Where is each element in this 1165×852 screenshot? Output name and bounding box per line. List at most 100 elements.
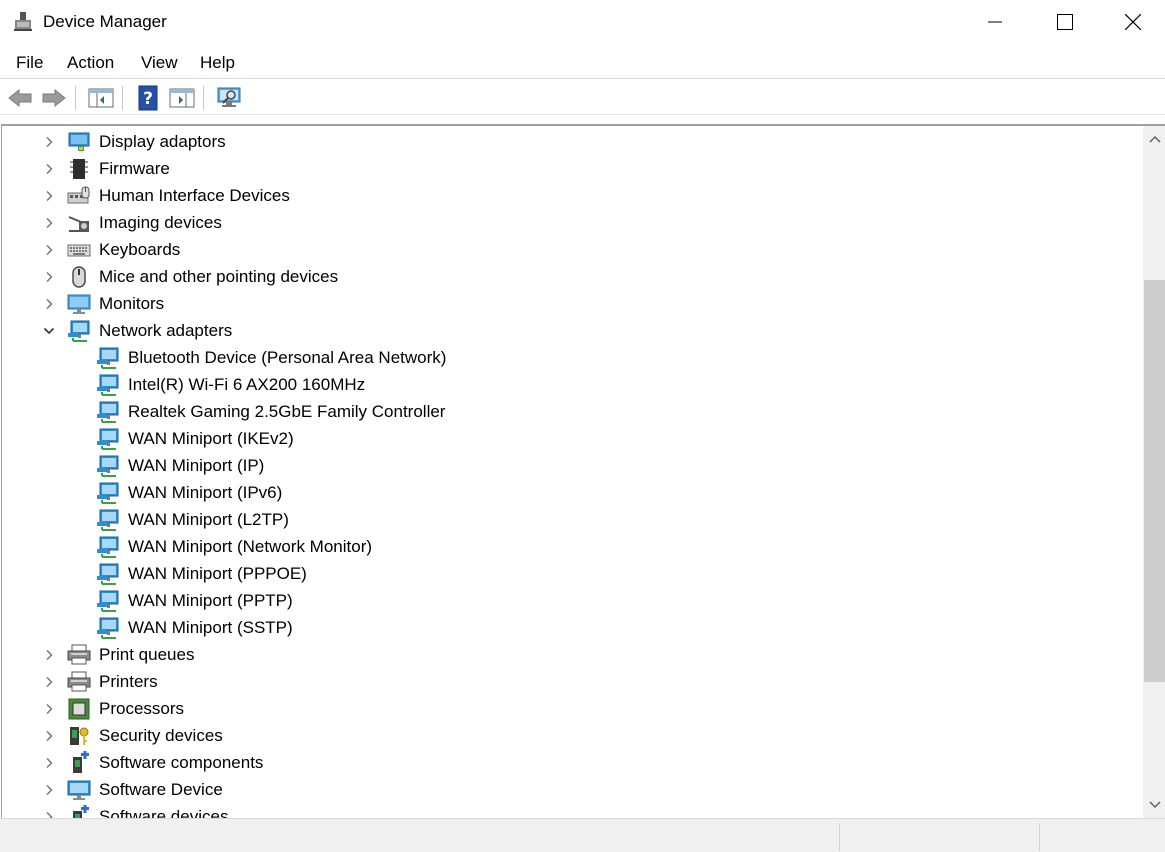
tree-item-label: Software components <box>99 753 264 772</box>
network-adapter-icon <box>97 617 119 639</box>
menu-help[interactable]: Help <box>200 53 235 73</box>
chevron-down-icon[interactable] <box>43 325 55 337</box>
tree-item-label: Realtek Gaming 2.5GbE Family Controller <box>128 402 446 421</box>
scan-hardware-button[interactable] <box>215 84 243 112</box>
network-adapter-icon <box>97 509 119 531</box>
status-pane-divider <box>1039 823 1040 851</box>
show-hide-action-pane-icon <box>169 88 195 108</box>
tree-category[interactable]: Printers <box>2 668 1142 695</box>
tree-category[interactable]: Imaging devices <box>2 209 1142 236</box>
device-tree: Display adaptors Firmware Human Interface … <box>2 126 1142 818</box>
tree-device[interactable]: WAN Miniport (IP) <box>2 452 1142 479</box>
tree-device[interactable]: WAN Miniport (PPPOE) <box>2 560 1142 587</box>
tree-item-label: Printers <box>99 672 158 691</box>
scroll-up-button[interactable] <box>1143 128 1165 150</box>
status-bar <box>0 818 1165 852</box>
help-icon: ? <box>138 85 158 111</box>
minimize-button[interactable] <box>960 0 1030 44</box>
chevron-right-icon[interactable] <box>43 811 55 818</box>
tree-category[interactable]: Firmware <box>2 155 1142 182</box>
chevron-right-icon[interactable] <box>43 163 55 175</box>
close-button[interactable] <box>1100 0 1165 44</box>
tree-device[interactable]: Realtek Gaming 2.5GbE Family Controller <box>2 398 1142 425</box>
tree-category[interactable]: Software devices <box>2 803 1142 818</box>
tree-item-label: Intel(R) Wi-Fi 6 AX200 160MHz <box>128 375 366 394</box>
chevron-right-icon[interactable] <box>43 190 55 202</box>
tree-category[interactable]: Software Device <box>2 776 1142 803</box>
back-button[interactable] <box>6 84 34 112</box>
tree-item-label: Processors <box>99 699 185 718</box>
toolbar-separator <box>75 86 76 110</box>
tree-item-label: Software Device <box>99 780 223 799</box>
toolbar: ? <box>0 80 1165 115</box>
menu-action[interactable]: Action <box>67 53 114 73</box>
device-manager-icon <box>14 12 32 31</box>
chevron-right-icon[interactable] <box>43 217 55 229</box>
tree-category[interactable]: Processors <box>2 695 1142 722</box>
tree-item-label: Mice and other pointing devices <box>99 267 339 286</box>
tree-device[interactable]: WAN Miniport (IPv6) <box>2 479 1142 506</box>
keyboard-icon <box>67 244 91 257</box>
tree-item-label: WAN Miniport (PPPOE) <box>128 564 307 583</box>
svg-text:?: ? <box>143 89 153 109</box>
chevron-right-icon[interactable] <box>43 703 55 715</box>
tree-category[interactable]: Keyboards <box>2 236 1142 263</box>
tree-category[interactable]: Security devices <box>2 722 1142 749</box>
tree-device[interactable]: Intel(R) Wi-Fi 6 AX200 160MHz <box>2 371 1142 398</box>
tree-device[interactable]: WAN Miniport (L2TP) <box>2 506 1142 533</box>
chevron-right-icon[interactable] <box>43 298 55 310</box>
scroll-down-button[interactable] <box>1143 794 1165 816</box>
tree-device[interactable]: Bluetooth Device (Personal Area Network) <box>2 344 1142 371</box>
chevron-right-icon[interactable] <box>43 676 55 688</box>
chevron-right-icon[interactable] <box>43 136 55 148</box>
tree-category[interactable]: Mice and other pointing devices <box>2 263 1142 290</box>
tree-item-label: Network adapters <box>99 321 233 340</box>
show-hide-action-pane-button[interactable] <box>168 84 196 112</box>
tree-category[interactable]: Monitors <box>2 290 1142 317</box>
tree-device[interactable]: WAN Miniport (SSTP) <box>2 614 1142 641</box>
tree-item-label: Monitors <box>99 294 165 313</box>
show-hide-console-tree-button[interactable] <box>87 84 115 112</box>
tree-item-label: Display adaptors <box>99 132 226 151</box>
tree-category[interactable]: Display adaptors <box>2 128 1142 155</box>
vertical-scrollbar[interactable] <box>1143 126 1165 818</box>
menu-bar: File Action View Help <box>0 44 1165 79</box>
tree-category[interactable]: Print queues <box>2 641 1142 668</box>
chevron-right-icon[interactable] <box>43 757 55 769</box>
maximize-button[interactable] <box>1030 0 1100 44</box>
network-adapter-icon <box>97 401 119 423</box>
chevron-right-icon[interactable] <box>43 784 55 796</box>
processor-icon <box>68 698 90 720</box>
tree-category[interactable]: Human Interface Devices <box>2 182 1142 209</box>
back-arrow-icon <box>8 88 32 108</box>
tree-device[interactable]: WAN Miniport (PPTP) <box>2 587 1142 614</box>
help-button[interactable]: ? <box>134 84 162 112</box>
show-hide-console-tree-icon <box>88 88 114 108</box>
chevron-up-icon <box>1148 135 1161 143</box>
menu-file[interactable]: File <box>16 53 43 73</box>
tree-category[interactable]: Software components <box>2 749 1142 776</box>
hid-icon <box>67 186 90 204</box>
chevron-right-icon[interactable] <box>43 649 55 661</box>
display-adapter-icon <box>68 132 90 151</box>
network-adapter-icon <box>97 374 119 396</box>
tree-device[interactable]: WAN Miniport (Network Monitor) <box>2 533 1142 560</box>
tree-item-label: WAN Miniport (Network Monitor) <box>128 537 373 556</box>
chevron-right-icon[interactable] <box>43 244 55 256</box>
chevron-right-icon[interactable] <box>43 271 55 283</box>
printer-icon <box>67 671 91 692</box>
network-adapter-icon <box>97 482 119 504</box>
chevron-right-icon[interactable] <box>43 730 55 742</box>
tree-category[interactable]: Network adapters <box>2 317 1142 344</box>
network-adapter-icon <box>97 347 119 369</box>
tree-item-label: WAN Miniport (PPTP) <box>128 591 293 610</box>
forward-button[interactable] <box>40 84 68 112</box>
scan-hardware-icon <box>217 87 241 107</box>
software-device-icon <box>67 780 91 800</box>
camera-icon <box>68 216 89 232</box>
toolbar-separator <box>203 86 204 110</box>
scroll-thumb[interactable] <box>1144 280 1165 682</box>
tree-device[interactable]: WAN Miniport (IKEv2) <box>2 425 1142 452</box>
tree-item-label: WAN Miniport (IPv6) <box>128 483 283 502</box>
menu-view[interactable]: View <box>141 53 178 73</box>
